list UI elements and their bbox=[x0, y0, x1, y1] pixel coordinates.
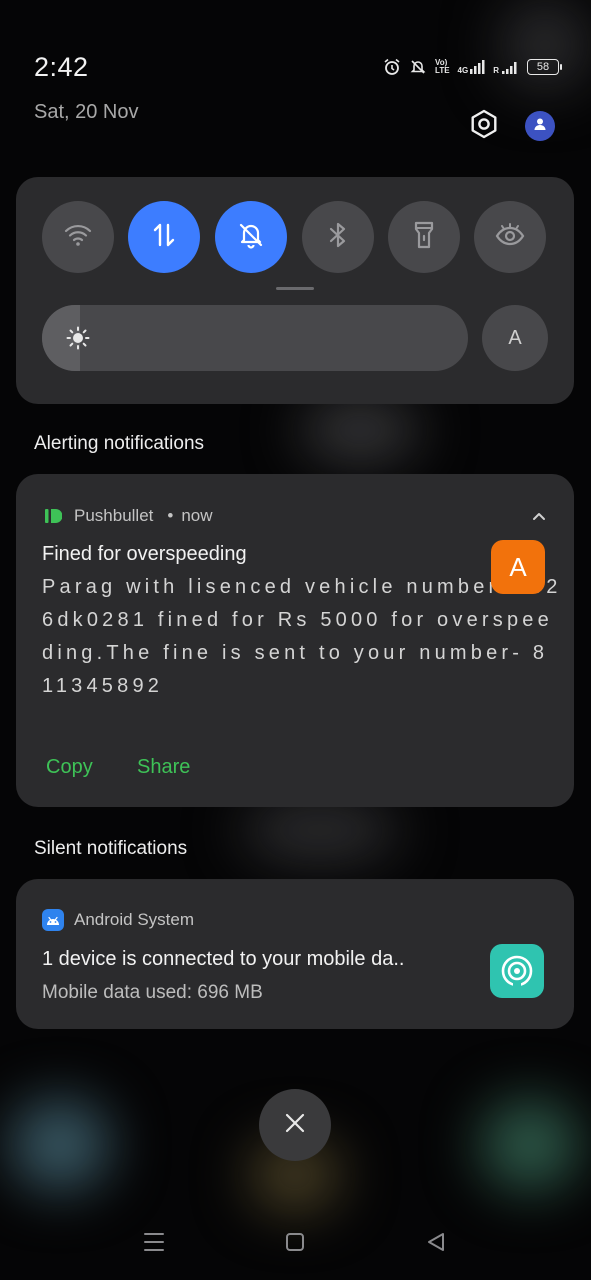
signal-sim2-icon: R bbox=[493, 59, 519, 75]
notification-header: Android System bbox=[42, 909, 194, 931]
bluetooth-toggle[interactable] bbox=[302, 201, 374, 273]
back-triangle-icon bbox=[425, 1231, 447, 1258]
app-name: Pushbullet bbox=[74, 506, 154, 525]
flashlight-icon bbox=[413, 220, 435, 255]
app-name: Android System bbox=[74, 910, 194, 929]
avatar bbox=[525, 111, 555, 141]
collapse-chevron-icon[interactable] bbox=[532, 508, 546, 526]
notification-header: Pushbullet • now bbox=[42, 505, 213, 527]
silent-mode-toggle[interactable] bbox=[215, 201, 287, 273]
background-glow bbox=[480, 1100, 580, 1190]
sun-icon bbox=[66, 326, 90, 355]
notification-time: now bbox=[181, 506, 213, 525]
pushbullet-icon bbox=[42, 505, 64, 527]
android-system-notification[interactable]: Android System 1 device is connected to … bbox=[16, 879, 574, 1029]
user-profile-button[interactable] bbox=[522, 108, 558, 144]
silent-section-title: Silent notifications bbox=[34, 838, 188, 859]
date: Sat, 20 Nov bbox=[34, 101, 139, 123]
battery-indicator: 58 bbox=[527, 59, 562, 75]
wifi-toggle[interactable] bbox=[42, 201, 114, 273]
pushbullet-notification[interactable]: Pushbullet • now Fined for overspeeding … bbox=[16, 474, 574, 807]
quick-settings-panel: A bbox=[16, 177, 574, 404]
status-bar: 2:42 Vo) LTE 4G R 58 Sat, 20 Nov bbox=[0, 0, 591, 123]
volte-label: Vo) LTE bbox=[435, 58, 450, 75]
eye-comfort-toggle[interactable] bbox=[474, 201, 546, 273]
background-glow bbox=[300, 400, 420, 460]
bell-off-icon bbox=[236, 220, 266, 255]
share-button[interactable]: Share bbox=[137, 756, 190, 779]
alerting-section-title: Alerting notifications bbox=[34, 433, 205, 454]
brightness-slider[interactable] bbox=[42, 305, 468, 371]
back-button[interactable] bbox=[418, 1228, 454, 1260]
background-glow bbox=[10, 1100, 110, 1190]
close-icon bbox=[284, 1112, 306, 1139]
flashlight-toggle[interactable] bbox=[388, 201, 460, 273]
copy-button[interactable]: Copy bbox=[46, 756, 93, 779]
notification-title: Fined for overspeeding bbox=[42, 543, 247, 565]
signal-sim1-icon: 4G bbox=[458, 59, 486, 75]
square-icon bbox=[284, 1231, 306, 1258]
notification-subtitle: Mobile data used: 696 MB bbox=[42, 982, 263, 1003]
android-icon bbox=[42, 909, 64, 931]
notification-body: Parag with lisenced vehicle number- hr26… bbox=[42, 576, 562, 697]
settings-hexagon-icon bbox=[469, 109, 499, 144]
home-button[interactable] bbox=[277, 1228, 313, 1260]
user-icon bbox=[532, 116, 548, 137]
wifi-icon bbox=[63, 222, 93, 253]
mute-bell-icon bbox=[409, 58, 427, 76]
header-separator: • bbox=[167, 506, 174, 525]
bluetooth-icon bbox=[326, 220, 350, 255]
clear-all-button[interactable] bbox=[259, 1089, 331, 1161]
sender-avatar: A bbox=[491, 540, 545, 594]
settings-button[interactable] bbox=[466, 108, 502, 144]
navigation-bar bbox=[0, 1218, 591, 1270]
eye-icon bbox=[494, 222, 526, 252]
mobile-data-toggle[interactable] bbox=[128, 201, 200, 273]
hotspot-icon bbox=[490, 944, 544, 998]
alarm-icon bbox=[383, 58, 401, 76]
recents-button[interactable] bbox=[136, 1228, 172, 1260]
clock: 2:42 bbox=[34, 52, 89, 82]
panel-drag-handle[interactable] bbox=[276, 287, 314, 290]
background-glow bbox=[240, 800, 400, 860]
notification-title: 1 device is connected to your mobile da.… bbox=[42, 948, 405, 970]
auto-brightness-button[interactable]: A bbox=[482, 305, 548, 371]
system-icons: Vo) LTE 4G R 58 bbox=[383, 58, 562, 76]
data-arrows-icon bbox=[149, 220, 179, 255]
menu-lines-icon bbox=[143, 1232, 165, 1257]
